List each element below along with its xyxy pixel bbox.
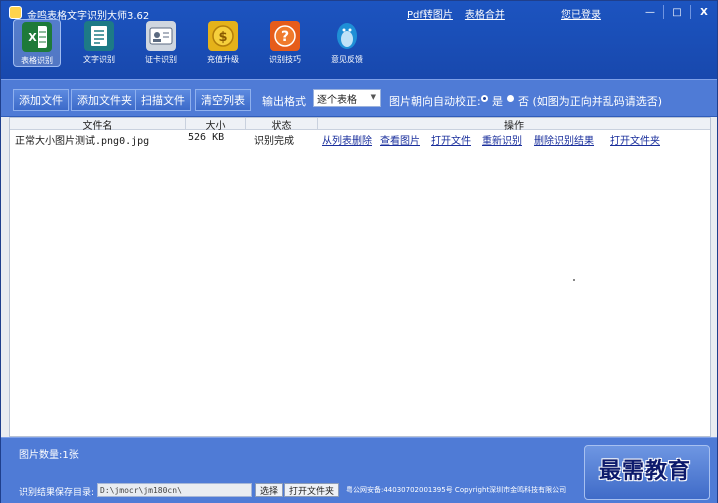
tool-recharge-upgrade[interactable]: $ 充值升级 — [199, 19, 247, 67]
delete-result-link[interactable]: 删除识别结果 — [534, 132, 594, 147]
output-format-label: 输出格式 — [262, 95, 306, 108]
stray-pixel — [573, 279, 575, 281]
view-image-link[interactable]: 查看图片 — [380, 132, 420, 147]
tool-card-recognition[interactable]: 证卡识别 — [137, 19, 185, 67]
add-file-button[interactable]: 添加文件 — [13, 89, 69, 111]
col-size: 大小 — [186, 118, 246, 132]
tool-table-recognition[interactable]: X 表格识别 — [13, 19, 61, 67]
table-row[interactable]: 正常大小图片测试.png0.jpg 526 KB 识别完成 从列表删除 查看图片… — [10, 131, 710, 147]
add-folder-button[interactable]: 添加文件夹 — [71, 89, 138, 111]
col-operations: 操作 — [504, 120, 524, 132]
row-size: 526 KB — [188, 132, 225, 143]
main-toolbar: X 表格识别 文字识别 证卡识别 $ 充值升级 ? 识别技巧 意见反馈 — [13, 19, 371, 67]
tool-label: 表格识别 — [21, 56, 53, 65]
orient-yes-label: 是 — [492, 95, 503, 108]
output-format-value: 逐个表格 — [317, 94, 357, 106]
svg-text:?: ? — [281, 29, 289, 45]
title-bar: 金鸣表格文字识别大师3.62 Pdf转图片 表格合并 您已登录 — □ X X — [1, 1, 717, 79]
choose-dir-button[interactable]: 选择 — [255, 483, 284, 497]
svg-text:$: $ — [218, 30, 227, 45]
login-status-link[interactable]: 您已登录 — [561, 6, 601, 21]
file-list-table: 文件名 大小 状态 操作 正常大小图片测试.png0.jpg 526 KB 识别… — [9, 117, 711, 437]
minimize-icon[interactable]: — — [637, 1, 663, 23]
orient-no-radio[interactable] — [507, 95, 514, 102]
col-filename: 文件名 — [10, 118, 186, 132]
dropdown-arrow-icon: ▼ — [370, 93, 376, 101]
app-logo-icon — [9, 6, 22, 19]
save-dir-input[interactable]: D:\jmocr\jm180cn\ — [97, 483, 252, 497]
open-folder-link[interactable]: 打开文件夹 — [610, 132, 660, 147]
re-recognize-link[interactable]: 重新识别 — [482, 132, 522, 147]
pdf-to-image-link[interactable]: Pdf转图片 — [407, 6, 453, 21]
coin-icon: $ — [208, 21, 238, 51]
excel-icon: X — [22, 22, 52, 52]
tool-label: 充值升级 — [207, 55, 239, 64]
watermark-text: 最需教育 — [599, 458, 692, 484]
orient-yes-radio[interactable] — [481, 95, 488, 102]
app-window: 金鸣表格文字识别大师3.62 Pdf转图片 表格合并 您已登录 — □ X X — [0, 0, 718, 503]
row-status: 识别完成 — [254, 136, 294, 147]
window-controls: — □ X — [637, 1, 717, 23]
tool-label: 识别技巧 — [269, 55, 301, 64]
qq-penguin-icon — [332, 21, 362, 51]
text-doc-icon — [84, 21, 114, 51]
remove-from-list-link[interactable]: 从列表删除 — [322, 132, 372, 147]
tool-label: 证卡识别 — [145, 55, 177, 64]
open-file-link[interactable]: 打开文件 — [431, 132, 471, 147]
scan-file-button[interactable]: 扫描文件 — [135, 89, 191, 111]
tool-label: 意见反馈 — [331, 55, 363, 64]
col-status: 状态 — [246, 118, 318, 132]
tool-recognition-tips[interactable]: ? 识别技巧 — [261, 19, 309, 67]
maximize-icon[interactable]: □ — [664, 1, 690, 23]
copyright-text: 粤公网安备:44030702001395号 Copyright深圳市金鸣科技有限… — [346, 486, 567, 494]
tool-text-recognition[interactable]: 文字识别 — [75, 19, 123, 67]
tool-feedback[interactable]: 意见反馈 — [323, 19, 371, 67]
clear-list-button[interactable]: 清空列表 — [195, 89, 251, 111]
table-header: 文件名 大小 状态 操作 — [10, 118, 710, 132]
top-links: Pdf转图片 表格合并 — [407, 6, 505, 21]
tool-label: 文字识别 — [83, 55, 115, 64]
action-bar: 添加文件 添加文件夹 扫描文件 清空列表 输出格式 逐个表格 ▼ 图片朝向自动校… — [1, 79, 717, 117]
id-card-icon — [146, 21, 176, 51]
save-dir-label: 识别结果保存目录: — [19, 488, 95, 498]
output-format-select[interactable]: 逐个表格 ▼ — [313, 89, 381, 107]
table-merge-link[interactable]: 表格合并 — [465, 6, 505, 21]
image-count: 图片数量:1张 — [19, 450, 79, 461]
close-icon[interactable]: X — [691, 1, 717, 23]
orient-no-label: 否 (如图为正向并乱码请选否) — [518, 95, 663, 108]
help-icon: ? — [270, 21, 300, 51]
open-save-folder-button[interactable]: 打开文件夹 — [284, 483, 340, 497]
svg-text:X: X — [28, 31, 37, 44]
auto-orient-label: 图片朝向自动校正: — [389, 95, 481, 108]
row-filename: 正常大小图片测试.png0.jpg — [15, 136, 150, 147]
